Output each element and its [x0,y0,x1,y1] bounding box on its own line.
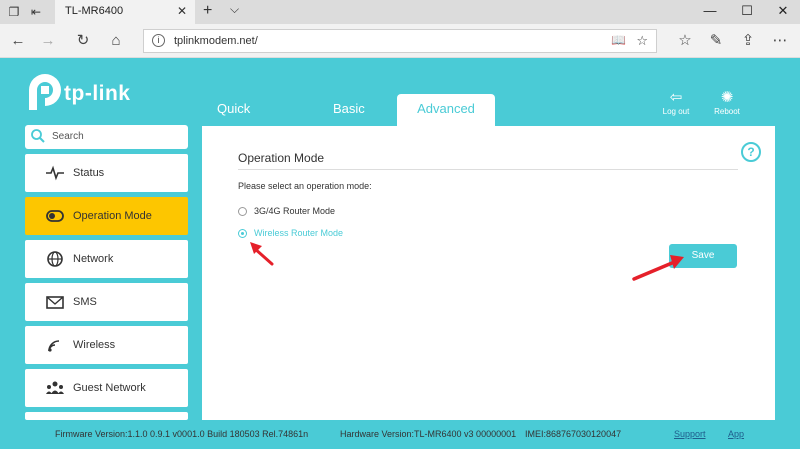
reboot-button[interactable]: ✺ Reboot [707,89,747,116]
radio-circle[interactable] [238,207,247,216]
radio-circle[interactable] [238,229,247,238]
favorites-hub-icon[interactable]: ☆ [675,32,695,50]
imei: IMEI:868767030120047 [525,429,622,439]
sidebar-item-label: Network [73,253,114,265]
app-link[interactable]: App [728,429,744,439]
page-title: Operation Mode [238,151,325,165]
wifi-icon [45,336,65,354]
operation-mode-prompt: Please select an operation mode: [238,181,372,191]
sidebar-item-operation-mode[interactable]: Operation Mode [25,197,188,235]
browser-tab[interactable]: TL-MR6400 ✕ [55,0,195,24]
envelope-icon [45,293,65,311]
annotation-arrow-icon [250,242,274,266]
tab-advanced[interactable]: Advanced [397,94,495,126]
radio-label: Wireless Router Mode [254,228,344,238]
sidebar-item-sms[interactable]: SMS [25,283,188,321]
footer-bar: Firmware Version:1.1.0 0.9.1 v0001.0 Bui… [0,420,800,449]
tab-preview-icon[interactable]: ⇤ [28,4,44,20]
logout-icon: ⇦ [669,89,683,106]
more-icon[interactable]: ⋯ [770,32,790,50]
back-icon[interactable]: ← [8,32,28,50]
url-text: tplinkmodem.net/ [174,35,258,47]
sidebar-item-wireless[interactable]: Wireless [25,326,188,364]
browser-address-bar: ← → ↻ ⌂ i tplinkmodem.net/ 📖 ☆ ☆ ✎ ⇪ ⋯ [0,24,800,58]
home-icon[interactable]: ⌂ [106,32,126,50]
refresh-icon[interactable]: ↻ [73,32,93,50]
guests-icon [45,379,65,397]
new-tab-icon[interactable]: + [203,2,212,20]
forward-icon[interactable]: → [38,32,58,50]
pen-icon[interactable]: ✎ [706,32,726,50]
url-input[interactable]: i tplinkmodem.net/ 📖 ☆ [143,29,657,53]
close-tab-icon[interactable]: ✕ [177,4,187,18]
toggle-icon [45,207,65,225]
maximize-icon[interactable]: ☐ [737,3,757,19]
globe-icon [45,250,65,268]
content-panel: Operation Mode ? Please select an operat… [202,126,775,420]
tab-menu-chevron-icon[interactable]: ⌵ [230,2,239,17]
sidebar-item-partial[interactable] [25,412,188,420]
sidebar-item-label: Status [73,167,105,179]
pulse-icon [45,164,65,182]
search-icon [31,129,45,143]
radio-3g4g-router-mode[interactable]: 3G/4G Router Mode [238,205,398,219]
reboot-label: Reboot [714,107,740,116]
favorite-star-icon[interactable]: ☆ [636,33,648,49]
reboot-icon: ✺ [720,89,734,106]
radio-label: 3G/4G Router Mode [254,206,336,216]
share-icon[interactable]: ⇪ [738,32,758,50]
window-close-icon[interactable]: ✕ [773,3,793,19]
logout-label: Log out [662,107,690,116]
search-input[interactable]: Search [25,125,188,149]
router-admin-app: tp-link Quick Setup Basic Advanced ⇦ Log… [0,58,800,449]
sidebar-item-guest-network[interactable]: Guest Network [25,369,188,407]
firmware-version: Firmware Version:1.1.0 0.9.1 v0001.0 Bui… [55,429,309,439]
browser-tab-bar: ❐ ⇤ TL-MR6400 ✕ + ⌵ — ☐ ✕ [0,0,800,24]
annotation-arrow-icon [632,255,684,281]
sidebar-item-label: Operation Mode [73,210,152,222]
sidebar-item-network[interactable]: Network [25,240,188,278]
tab-list-icon[interactable]: ❐ [6,4,22,20]
sidebar-item-status[interactable]: Status [25,154,188,192]
logout-button[interactable]: ⇦ Log out [656,89,696,116]
hardware-version: Hardware Version:TL-MR6400 v3 00000001 [340,429,517,439]
minimize-icon[interactable]: — [700,3,720,18]
tab-title: TL-MR6400 [65,5,124,17]
support-link[interactable]: Support [674,429,706,439]
info-icon[interactable]: i [152,34,165,47]
sidebar-item-label: Wireless [73,339,116,351]
sidebar-item-label: SMS [73,296,97,308]
tab-basic[interactable]: Basic [333,96,365,126]
brand-name: tp-link [64,82,131,105]
reading-view-icon[interactable]: 📖 [611,33,626,47]
tab-quick-setup[interactable]: Quick Setup [217,96,251,142]
help-icon[interactable]: ? [741,142,761,162]
search-placeholder: Search [52,131,84,142]
title-divider [238,169,738,170]
sidebar-item-label: Guest Network [73,382,146,394]
